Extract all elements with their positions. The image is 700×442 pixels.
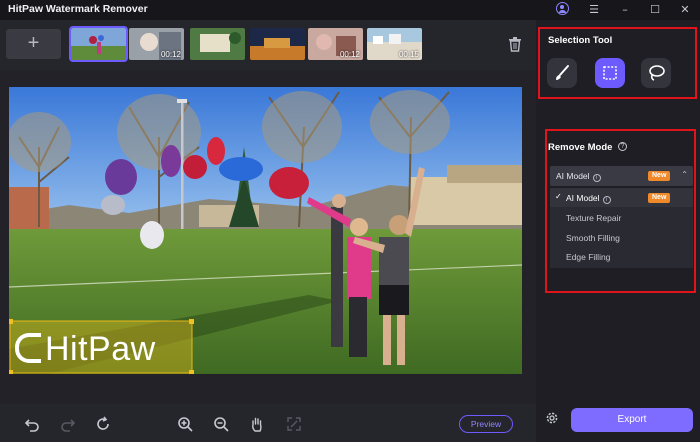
thumbnail-image [71,28,126,60]
watermark-logo-icon [15,333,41,363]
rectangle-select-tool-button[interactable] [595,58,625,88]
zoom-in-icon[interactable] [177,416,193,432]
thumbnail-duration: 00:12 [339,50,360,59]
thumbnail-image [250,28,305,60]
dropdown-option-edge-filling[interactable]: Edge Filling [550,247,693,266]
thumbnail-item[interactable] [69,26,128,62]
remove-mode-title: Remove Mode [548,142,613,153]
dropdown-option-smooth-filling[interactable]: Smooth Filling [550,228,693,247]
hand-icon[interactable] [249,416,265,432]
selection-tool-title: Selection Tool [548,35,613,46]
remove-mode-select[interactable]: AI Model i New ⌃ [550,166,693,186]
redo-icon[interactable] [60,416,76,432]
help-icon[interactable]: ? [618,142,627,151]
chevron-up-icon: ⌃ [681,170,688,179]
option-text: AI Model [566,193,600,203]
preview-button[interactable]: Preview [459,415,513,433]
trash-icon[interactable] [508,36,522,52]
option-label: Texture Repair [566,213,622,223]
rectangle-select-icon [603,66,617,80]
minimize-icon[interactable]: – [617,2,633,18]
close-icon[interactable]: ✕ [677,2,693,18]
info-icon: i [592,174,601,182]
thumbnail-item[interactable]: 00:15 [367,28,422,60]
fit-screen-icon[interactable] [286,416,302,432]
maximize-icon[interactable]: ☐ [647,2,663,18]
info-icon: i [602,196,611,204]
remove-mode-selected: AI Model i [556,171,601,182]
editor-area: + 00:12 00:12 00:15 HitPaw Preview [0,20,536,442]
remove-mode-selected-label: AI Model [556,171,590,181]
option-label: Edge Filling [566,252,611,262]
lasso-tool-button[interactable] [641,58,671,88]
bottom-toolbar: Preview [0,404,536,442]
refresh-icon[interactable] [95,416,111,432]
lasso-icon [649,65,665,81]
dropdown-option-texture-repair[interactable]: Texture Repair [550,208,693,227]
thumbnail-strip: + 00:12 00:12 00:15 [0,20,536,70]
thumbnail-image [190,28,245,60]
video-frame[interactable]: HitPaw [9,87,522,374]
export-button[interactable]: Export [571,408,693,432]
menu-icon[interactable]: ☰ [586,2,602,18]
thumbnail-item[interactable]: 00:12 [129,28,184,60]
thumbnail-item[interactable] [190,28,245,60]
undo-icon[interactable] [24,416,40,432]
brush-tool-button[interactable] [547,58,577,88]
thumbnail-duration: 00:15 [398,50,419,59]
add-media-button[interactable]: + [6,29,61,59]
watermark-text: HitPaw [45,330,156,368]
account-icon[interactable] [556,2,569,15]
dropdown-option-ai-model[interactable]: ✓ AI Model i New [550,188,693,207]
video-canvas[interactable]: HitPaw [0,70,536,404]
thumbnail-duration: 00:12 [160,50,181,59]
new-badge: New [648,193,671,203]
remove-mode-dropdown: ✓ AI Model i New Texture Repair Smooth Fi… [550,188,693,268]
title-bar: HitPaw Watermark Remover ☰ – ☐ ✕ [0,0,700,20]
brush-icon [556,65,569,80]
option-label: Smooth Filling [566,233,620,243]
check-icon: ✓ [555,192,562,201]
option-label: AI Model i [566,193,611,204]
zoom-out-icon[interactable] [213,416,229,432]
right-panel: Selection Tool Remove Mode ? AI Model i N… [536,20,700,442]
new-badge: New [648,171,671,181]
thumbnail-item[interactable]: 00:12 [308,28,363,60]
app-title: HitPaw Watermark Remover [8,3,148,15]
thumbnail-item[interactable] [250,28,305,60]
settings-gear-icon[interactable] [545,411,559,425]
